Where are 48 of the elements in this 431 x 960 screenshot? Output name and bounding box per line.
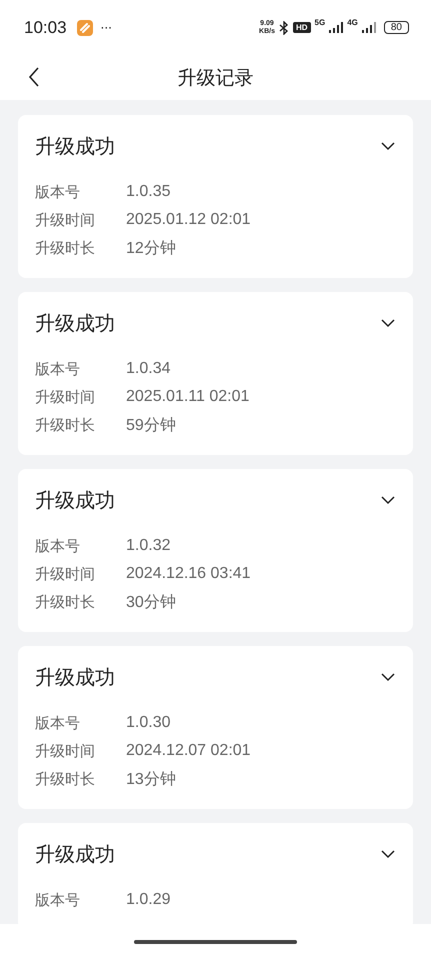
network-type: 5G	[314, 18, 326, 27]
field-value: 2024.12.07 02:01	[126, 742, 251, 760]
field-label: 升级时长	[35, 416, 96, 434]
field-label: 升级时间	[35, 388, 96, 406]
hd-badge: HD	[292, 22, 311, 33]
page-title: 升级记录	[178, 66, 254, 90]
field-label: 升级时间	[35, 210, 96, 230]
field-value: 1.0.29	[126, 891, 170, 909]
network-type: 4G	[347, 18, 358, 27]
field-label: 升级时长	[35, 770, 96, 788]
record-status: 升级成功	[35, 487, 115, 514]
signal-icon	[329, 22, 344, 33]
record-status: 升级成功	[35, 310, 115, 337]
field-value: 1.0.32	[126, 537, 170, 555]
field-value: 2024.12.16 03:41	[126, 565, 251, 583]
field-value: 12分钟	[126, 238, 176, 258]
more-notifications: ···	[100, 20, 112, 34]
back-icon[interactable]	[28, 67, 40, 87]
field-value: 2025.01.11 02:01	[126, 388, 250, 406]
chevron-down-icon[interactable]	[381, 850, 395, 859]
field-label: 升级时间	[35, 564, 96, 584]
signal-icon	[362, 22, 376, 33]
battery-indicator: 80	[384, 21, 409, 34]
bluetooth-icon	[278, 20, 289, 34]
field-label: 升级时长	[35, 592, 96, 612]
record-status: 升级成功	[35, 133, 115, 160]
field-label: 升级时长	[35, 238, 96, 258]
chevron-down-icon[interactable]	[381, 142, 395, 151]
chevron-down-icon[interactable]	[381, 319, 395, 328]
field-value: 59分钟	[126, 416, 176, 436]
field-label: 版本号	[35, 536, 81, 556]
field-label: 升级时间	[35, 742, 96, 760]
field-label: 版本号	[35, 182, 81, 202]
field-value: 1.0.35	[126, 183, 170, 201]
field-value: 30分钟	[126, 592, 176, 612]
status-time: 10:03	[24, 18, 67, 38]
field-value: 13分钟	[126, 770, 176, 790]
field-value: 2025.01.12 02:01	[126, 211, 251, 229]
field-label: 版本号	[35, 890, 81, 910]
app-icon	[76, 20, 93, 36]
record-status: 升级成功	[35, 664, 115, 691]
field-label: 版本号	[35, 360, 81, 378]
record-status: 升级成功	[35, 841, 115, 868]
chevron-down-icon[interactable]	[381, 496, 395, 505]
chevron-down-icon[interactable]	[381, 673, 395, 682]
field-label: 版本号	[35, 714, 81, 732]
field-value: 1.0.34	[126, 360, 170, 378]
field-value: 1.0.30	[126, 714, 170, 732]
